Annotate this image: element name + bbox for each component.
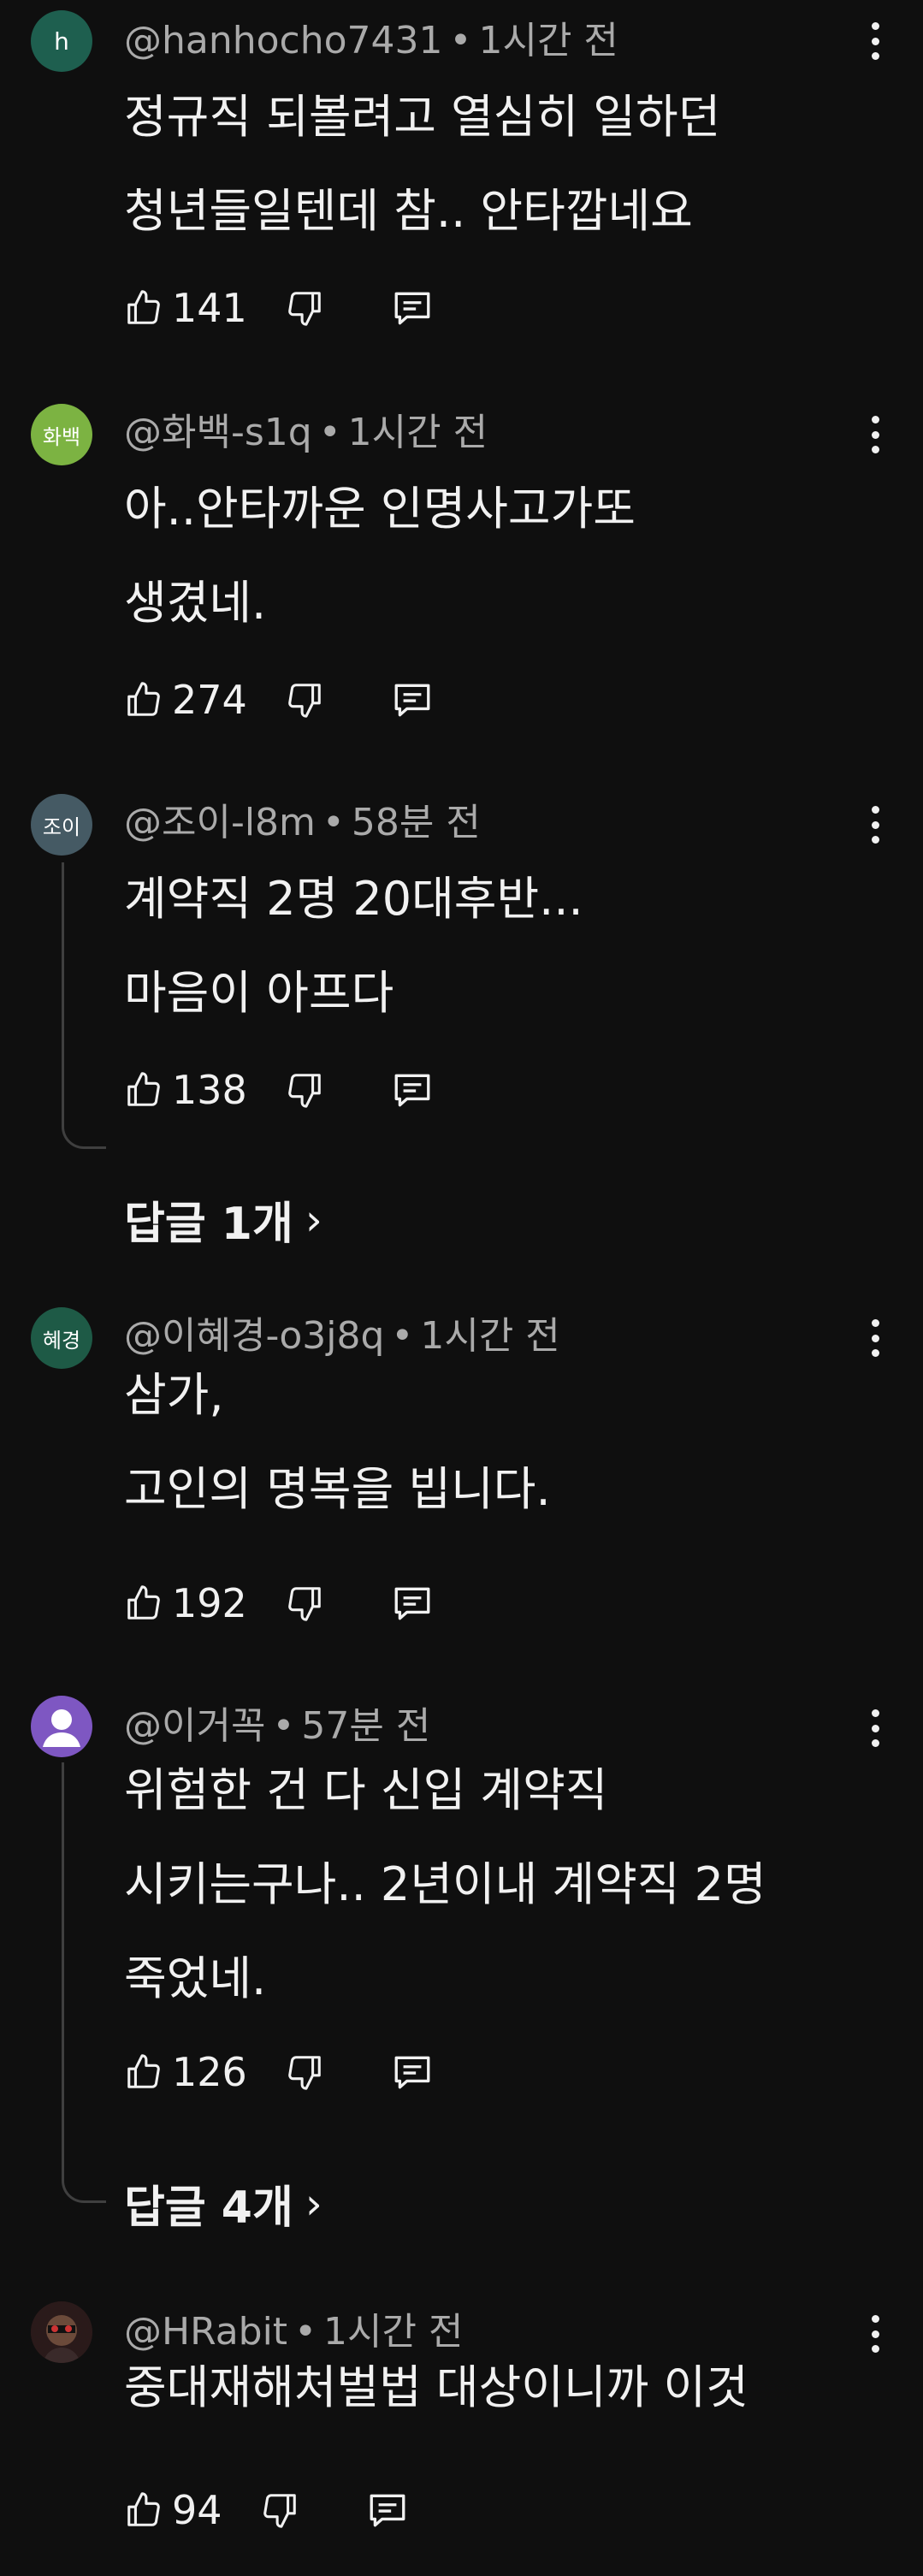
avatar-initial: 조이 bbox=[42, 814, 81, 839]
timestamp: 1시간 전 bbox=[478, 19, 618, 62]
comment-actions: 141 bbox=[124, 282, 434, 334]
comment-actions: 192 bbox=[124, 1578, 434, 1629]
view-replies-button[interactable]: 답글 1개 › bbox=[124, 1187, 322, 1252]
thumbs-up-icon[interactable] bbox=[124, 288, 163, 328]
comment-icon[interactable] bbox=[391, 287, 434, 329]
replies-label: 답글 1개 bbox=[124, 1199, 293, 1250]
timestamp: 1시간 전 bbox=[347, 411, 488, 454]
thumbs-down-icon[interactable] bbox=[285, 2052, 324, 2092]
comment-icon[interactable] bbox=[391, 678, 434, 721]
thread-line bbox=[62, 862, 106, 1149]
comment-icon[interactable] bbox=[366, 2489, 409, 2532]
like-count: 192 bbox=[172, 1580, 247, 1626]
comment-actions: 138 bbox=[124, 1064, 434, 1116]
comment-actions: 126 bbox=[124, 2046, 434, 2098]
thumbs-down-icon[interactable] bbox=[285, 1584, 324, 1623]
comment: @이거꼭 • 57분 전 위험한 건 다 신입 계약직 시키는구나.. 2년이내 계… bbox=[0, 1696, 923, 2252]
meta-separator: • bbox=[449, 19, 472, 62]
comment-icon[interactable] bbox=[391, 2051, 434, 2093]
like-count: 94 bbox=[172, 2487, 222, 2533]
comment: @HRabit • 1시간 전 중대재해처벌법 대상이니까 이것 94 bbox=[0, 2301, 923, 2576]
avatar-initial: 화백 bbox=[42, 424, 81, 449]
like-count: 141 bbox=[172, 285, 247, 331]
avatar[interactable]: 조이 bbox=[31, 794, 92, 856]
thumbs-down-icon[interactable] bbox=[285, 680, 324, 720]
avatar[interactable]: h bbox=[31, 10, 92, 72]
comment-text: 계약직 2명 20대후반... 마음이 아프다 bbox=[124, 872, 583, 1020]
timestamp: 57분 전 bbox=[301, 1704, 431, 1748]
thumbs-down-icon[interactable] bbox=[260, 2490, 299, 2530]
comment-text: 아..안타까운 인명사고가또 생겼네. bbox=[124, 482, 636, 630]
thumbs-up-icon[interactable] bbox=[124, 1070, 163, 1110]
avatar-initial: 혜경 bbox=[42, 1328, 81, 1353]
kebab-menu-icon[interactable] bbox=[858, 15, 892, 67]
thumbs-up-icon[interactable] bbox=[124, 680, 163, 720]
comment-meta: @hanhocho7431 • 1시간 전 bbox=[124, 17, 618, 65]
comment-icon[interactable] bbox=[391, 1069, 434, 1111]
comment-meta: @조이-l8m • 58분 전 bbox=[124, 799, 481, 847]
meta-separator: • bbox=[318, 411, 341, 454]
avatar[interactable] bbox=[31, 1696, 92, 1757]
thumbs-down-icon[interactable] bbox=[285, 288, 324, 328]
view-replies-button[interactable]: 답글 4개 › bbox=[124, 2171, 322, 2235]
comment-text: 중대재해처벌법 대상이니까 이것 bbox=[124, 2360, 748, 2414]
author-name[interactable]: @화백-s1q bbox=[124, 411, 312, 454]
comment-actions: 274 bbox=[124, 674, 434, 725]
chevron-right-icon: › bbox=[305, 2178, 322, 2229]
comment-text: 삼가, 고인의 명복을 빕니다. bbox=[124, 1368, 551, 1516]
profile-photo-icon bbox=[31, 2301, 92, 2363]
comment-text: 위험한 건 다 신입 계약직 시키는구나.. 2년이내 계약직 2명 죽었네. bbox=[124, 1763, 766, 2005]
meta-separator: • bbox=[322, 801, 345, 844]
author-name[interactable]: @이거꼭 bbox=[124, 1704, 265, 1748]
kebab-menu-icon[interactable] bbox=[858, 409, 892, 460]
comment: 조이 @조이-l8m • 58분 전 계약직 2명 20대후반... 마음이 아프다… bbox=[0, 785, 923, 1250]
thumbs-up-icon[interactable] bbox=[124, 2490, 163, 2530]
thumbs-down-icon[interactable] bbox=[285, 1070, 324, 1110]
thumbs-up-icon[interactable] bbox=[124, 2052, 163, 2092]
comment-text: 정규직 되볼려고 열심히 일하던 청년들일텐데 참.. 안타깝네요 bbox=[124, 90, 721, 238]
comment: 화백 @화백-s1q • 1시간 전 아..안타까운 인명사고가또 생겼네. 274 bbox=[0, 394, 923, 761]
kebab-menu-icon[interactable] bbox=[858, 799, 892, 850]
comment: 혜경 @이혜경-o3j8q • 1시간 전 삼가, 고인의 명복을 빕니다. 192 bbox=[0, 1299, 923, 1667]
meta-separator: • bbox=[272, 1704, 295, 1748]
avatar[interactable] bbox=[31, 2301, 92, 2363]
chevron-right-icon: › bbox=[305, 1194, 322, 1245]
author-name[interactable]: @hanhocho7431 bbox=[124, 19, 443, 62]
like-count: 274 bbox=[172, 677, 247, 723]
replies-label: 답글 4개 bbox=[124, 2182, 293, 2234]
comment: h @hanhocho7431 • 1시간 전 정규직 되볼려고 열심히 일하던 청… bbox=[0, 0, 923, 368]
avatar[interactable]: 혜경 bbox=[31, 1307, 92, 1369]
comment-icon[interactable] bbox=[391, 1582, 434, 1625]
comment-meta: @화백-s1q • 1시간 전 bbox=[124, 409, 488, 457]
like-count: 138 bbox=[172, 1067, 247, 1113]
avatar[interactable]: 화백 bbox=[31, 404, 92, 465]
avatar-initial: h bbox=[54, 27, 69, 56]
comment-actions: 94 bbox=[124, 2484, 409, 2536]
default-user-icon bbox=[43, 1709, 80, 1747]
like-count: 126 bbox=[172, 2049, 247, 2095]
thumbs-up-icon[interactable] bbox=[124, 1584, 163, 1623]
thread-line bbox=[62, 1762, 106, 2203]
timestamp: 58분 전 bbox=[351, 801, 481, 844]
author-name[interactable]: @조이-l8m bbox=[124, 801, 316, 844]
